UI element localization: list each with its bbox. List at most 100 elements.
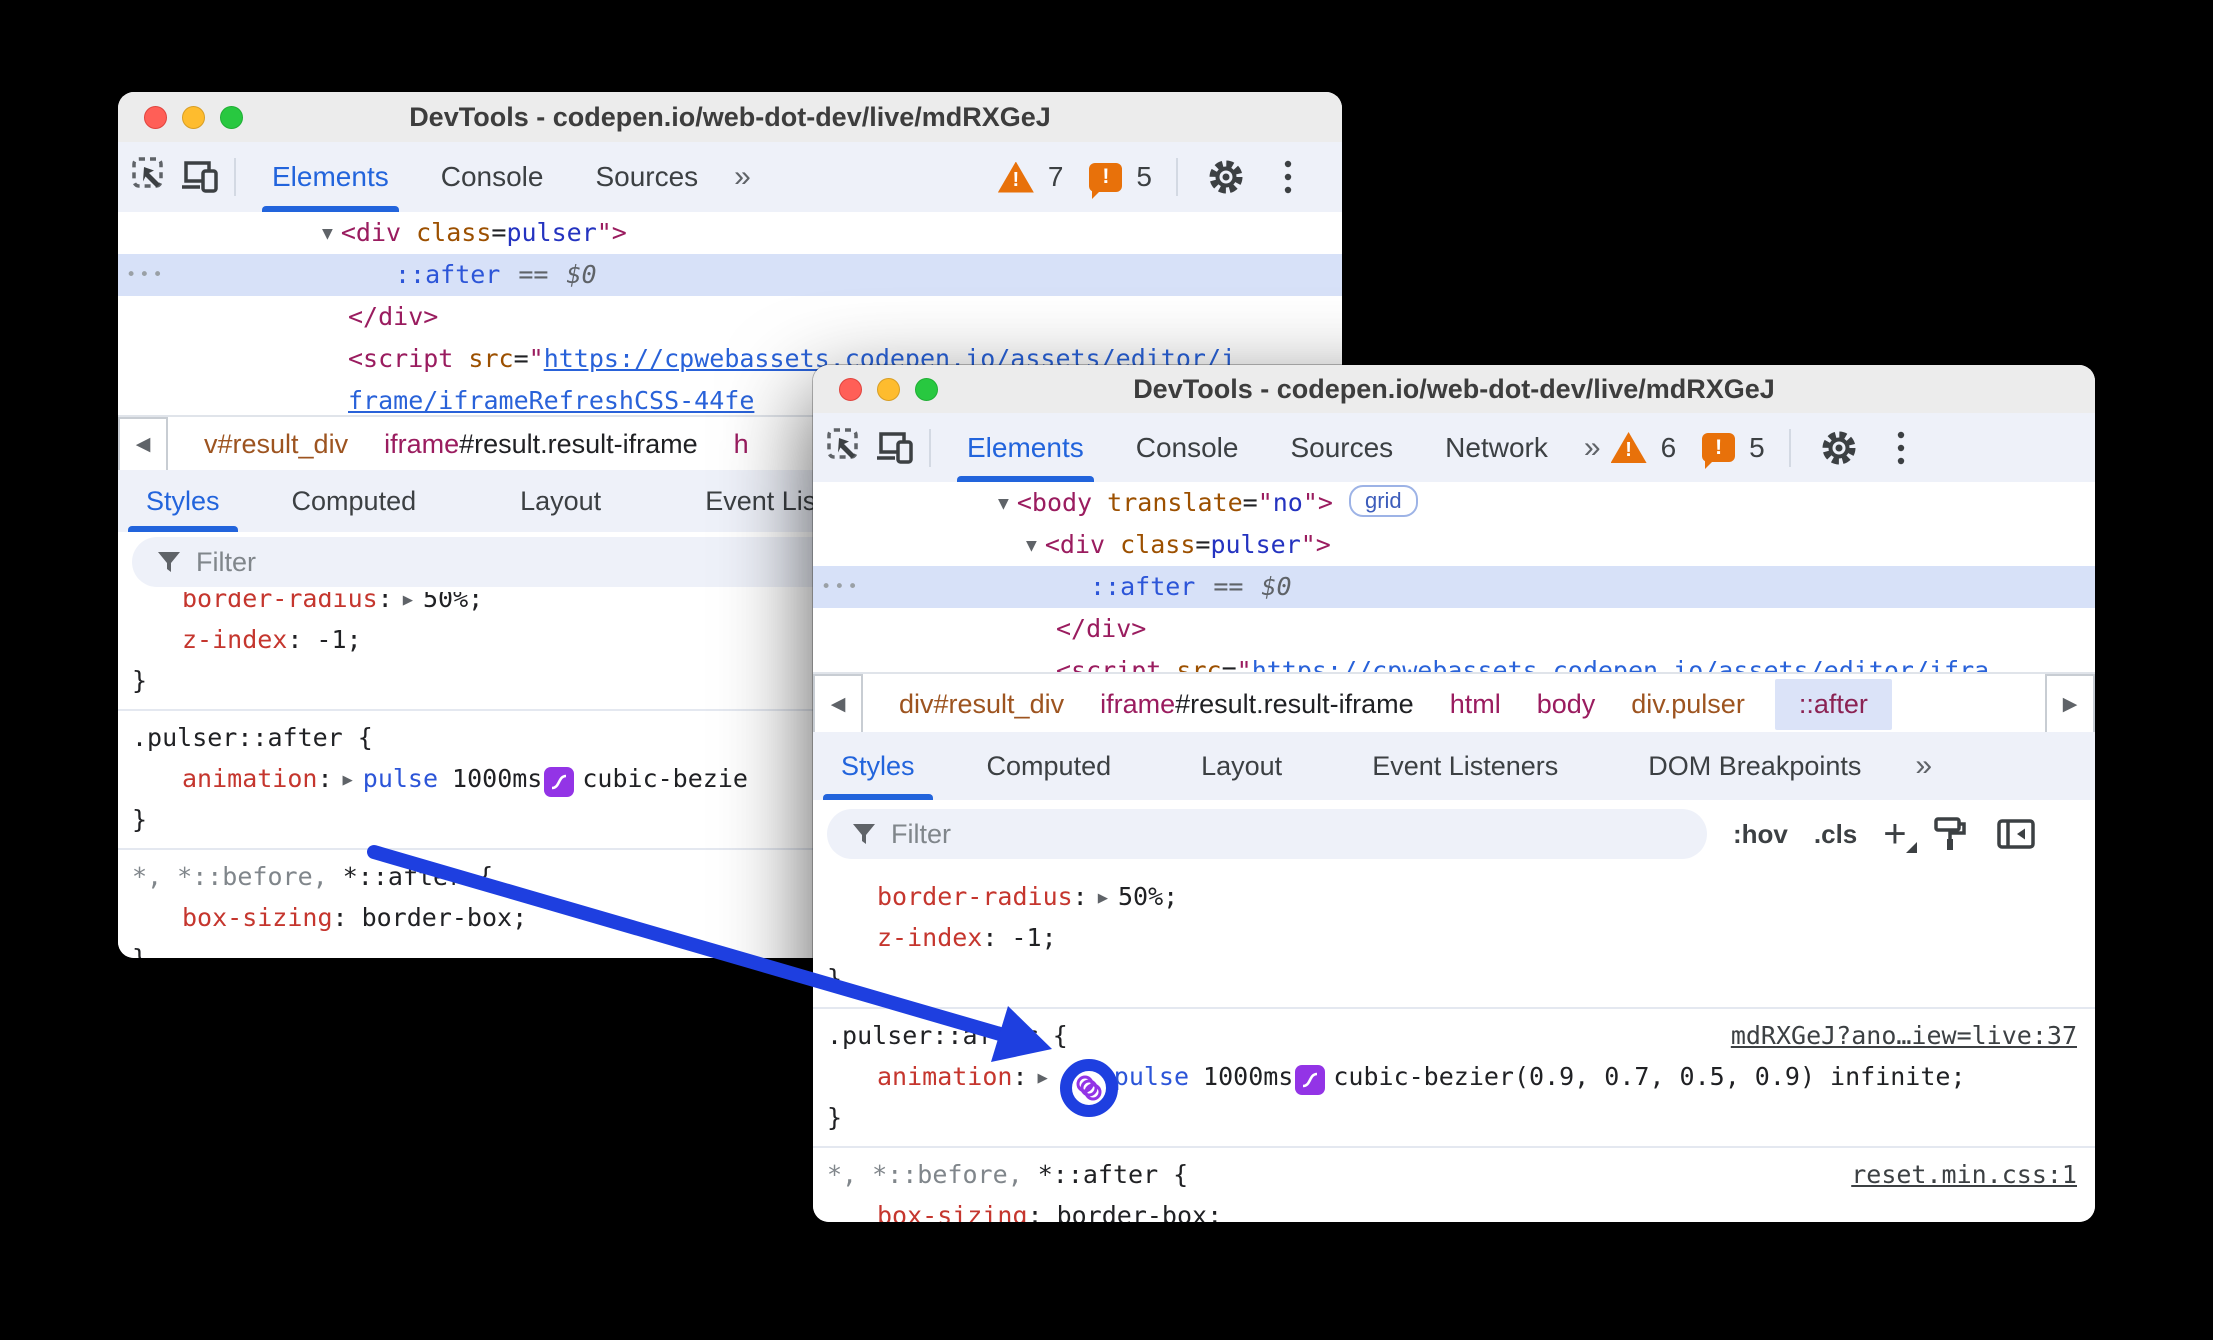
tree-row-div-close[interactable]: </div>	[118, 296, 1342, 338]
tree-row-div-open[interactable]: ▼ <div class=pulser">	[813, 524, 2095, 566]
style-property-animation[interactable]: animation: ▶ pulse 1000ms cubic-bezier(0.9, …	[813, 1056, 2095, 1117]
overflow-dots-icon[interactable]: •••	[126, 254, 166, 296]
kebab-menu-icon[interactable]	[1877, 424, 1925, 472]
crumb-scroll-right-button[interactable]: ▶	[2045, 674, 2095, 734]
tab-sources[interactable]: Sources	[569, 142, 724, 212]
crumb-scroll-left-button[interactable]: ◀	[813, 674, 863, 734]
expand-value-icon[interactable]: ▶	[343, 760, 353, 801]
filter-placeholder: Filter	[891, 818, 951, 849]
paint-roller-icon[interactable]	[1931, 814, 1971, 854]
warning-count[interactable]: 7	[1048, 161, 1064, 193]
animation-name-link[interactable]: pulse	[363, 764, 438, 793]
filter-input[interactable]: Filter	[827, 809, 1707, 859]
stylesheet-source-link[interactable]: mdRXGeJ?ano…iew=live:37	[1731, 1015, 2077, 1056]
rule-separator: *, *::before, *::after { reset.min.css:1…	[813, 1146, 2095, 1222]
rule-selector[interactable]: *, *::before, *::after { reset.min.css:1	[813, 1154, 2095, 1195]
tab-computed[interactable]: Computed	[959, 732, 1140, 800]
tab-elements[interactable]: Elements	[941, 413, 1110, 482]
issue-count[interactable]: 5	[1749, 432, 1765, 464]
inspect-element-icon[interactable]	[823, 424, 871, 472]
device-toolbar-icon[interactable]	[176, 153, 224, 201]
more-tabs-icon[interactable]: »	[1574, 431, 1611, 465]
toggle-hover-state-button[interactable]: :hov	[1733, 819, 1788, 850]
tree-row-script-partial[interactable]: <script src="https://cpwebassets.codepen…	[813, 650, 2095, 672]
more-tabs-icon[interactable]: »	[1905, 749, 1942, 783]
crumb-scroll-left-button[interactable]: ◀	[118, 417, 168, 472]
expand-value-icon[interactable]: ▶	[403, 592, 413, 621]
expander-icon[interactable]: ▼	[1026, 525, 1037, 567]
tab-event-listeners[interactable]: Event Listeners	[1344, 732, 1586, 800]
warning-icon[interactable]: !	[997, 161, 1034, 193]
breadcrumb-iframe[interactable]: iframe#result.result-iframe	[384, 429, 698, 460]
style-property[interactable]: box-sizing: border-box;	[813, 1195, 2095, 1222]
tab-console[interactable]: Console	[1110, 413, 1265, 482]
new-style-rule-button[interactable]: +	[1883, 814, 1918, 854]
titlebar[interactable]: DevTools - codepen.io/web-dot-dev/live/m…	[813, 365, 2095, 415]
breadcrumb-html[interactable]: html	[1450, 689, 1501, 720]
expand-value-icon[interactable]: ▶	[1038, 1058, 1048, 1099]
window-title: DevTools - codepen.io/web-dot-dev/live/m…	[409, 101, 1051, 132]
grid-badge[interactable]: grid	[1348, 485, 1418, 517]
cubic-bezier-icon[interactable]	[544, 767, 575, 797]
tab-styles[interactable]: Styles	[118, 470, 248, 532]
titlebar[interactable]: DevTools - codepen.io/web-dot-dev/live/m…	[118, 92, 1342, 144]
cubic-bezier-icon[interactable]	[1295, 1065, 1326, 1095]
elements-tree: ▼ <body translate="no"> grid ▼ <div class=p…	[813, 482, 2095, 672]
overflow-dots-icon[interactable]: •••	[821, 566, 861, 608]
animations-panel-icon[interactable]	[1074, 1073, 1104, 1103]
breadcrumb-div-pulser[interactable]: div.pulser	[1631, 689, 1745, 720]
tree-row-div-open[interactable]: ▼ <div class=pulser">	[118, 212, 1342, 254]
warning-count[interactable]: 6	[1661, 432, 1677, 464]
settings-gear-icon[interactable]	[1815, 424, 1863, 472]
script-src-link[interactable]: frame/iframeRefreshCSS-44fe	[348, 386, 754, 415]
breadcrumb-result-div[interactable]: div#result_div	[899, 689, 1064, 720]
tree-row-body-open[interactable]: ▼ <body translate="no"> grid	[813, 482, 2095, 524]
tab-layout[interactable]: Layout	[492, 470, 629, 532]
breadcrumb-iframe[interactable]: iframe#result.result-iframe	[1100, 689, 1414, 720]
breadcrumb-html[interactable]: h	[734, 429, 749, 460]
style-property[interactable]: border-radius: ▶ 50%;	[813, 876, 2095, 917]
tab-console[interactable]: Console	[415, 142, 570, 212]
styles-filter-row: Filter :hov .cls +	[813, 800, 2095, 870]
breadcrumb-after-selected[interactable]: ::after	[1774, 678, 1892, 730]
kebab-menu-icon[interactable]	[1264, 153, 1312, 201]
tree-row-div-close[interactable]: </div>	[813, 608, 2095, 650]
tab-styles[interactable]: Styles	[813, 732, 943, 800]
rule-separator: .pulser::after { mdRXGeJ?ano…iew=live:37…	[813, 1007, 2095, 1138]
tree-row-after-selected[interactable]: ••• ::after == $0	[813, 566, 2095, 608]
tab-sources[interactable]: Sources	[1264, 413, 1419, 482]
settings-gear-icon[interactable]	[1202, 153, 1250, 201]
more-tabs-icon[interactable]: »	[724, 160, 761, 194]
expander-icon[interactable]: ▼	[322, 213, 333, 255]
tab-dom-breakpoints[interactable]: DOM Breakpoints	[1620, 732, 1889, 800]
breadcrumb-result-div[interactable]: v#result_div	[204, 429, 348, 460]
device-toolbar-icon[interactable]	[871, 424, 919, 472]
tab-layout[interactable]: Layout	[1173, 732, 1310, 800]
toggle-sidebar-icon[interactable]	[1995, 814, 2037, 854]
expander-icon[interactable]: ▼	[998, 483, 1009, 525]
script-src-link[interactable]: https://cpwebassets.codepen.io/assets/ed…	[1252, 656, 1990, 672]
tab-network[interactable]: Network	[1419, 413, 1574, 482]
inspect-element-icon[interactable]	[128, 153, 176, 201]
expand-value-icon[interactable]: ▶	[1098, 878, 1108, 919]
desktop-background: DevTools - codepen.io/web-dot-dev/live/m…	[0, 0, 2213, 1340]
tree-row-after-selected[interactable]: ••• ::after == $0	[118, 254, 1342, 296]
filter-funnel-icon	[853, 824, 875, 844]
stylesheet-source-link[interactable]: reset.min.css:1	[1851, 1154, 2077, 1195]
animation-name-link[interactable]: pulse	[1114, 1062, 1189, 1091]
rule-selector[interactable]: .pulser::after { mdRXGeJ?ano…iew=live:37	[813, 1015, 2095, 1056]
style-property[interactable]: z-index: -1;	[813, 917, 2095, 958]
devtools-toolbar: Elements Console Sources Network » ! 6 !…	[813, 413, 2095, 482]
issues-icon[interactable]: !	[1089, 162, 1123, 199]
tab-elements[interactable]: Elements	[246, 142, 415, 212]
issues-icon[interactable]: !	[1702, 433, 1736, 469]
tab-computed[interactable]: Computed	[264, 470, 445, 532]
devtools-toolbar: Elements Console Sources » ! 7 ! 5	[118, 142, 1342, 212]
issue-count[interactable]: 5	[1136, 161, 1152, 193]
warning-icon[interactable]: !	[1610, 432, 1647, 463]
rule-close-brace: }	[827, 1103, 843, 1132]
toggle-element-classes-button[interactable]: .cls	[1814, 819, 1857, 850]
breadcrumb-body[interactable]: body	[1537, 689, 1596, 720]
rule-close-brace: }	[827, 964, 843, 993]
window-title: DevTools - codepen.io/web-dot-dev/live/m…	[1133, 373, 1775, 404]
